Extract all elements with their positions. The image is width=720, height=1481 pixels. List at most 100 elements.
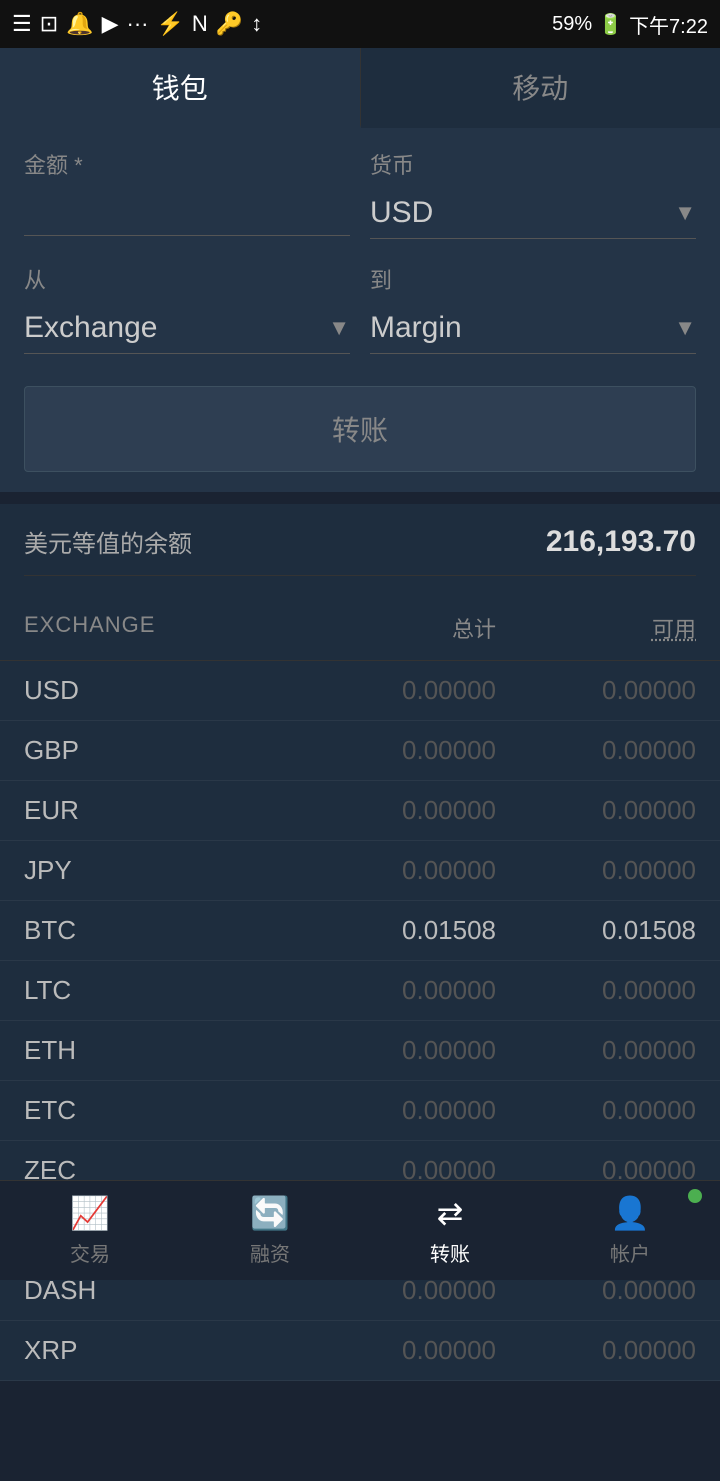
- send-icon: ▶: [102, 11, 119, 37]
- currency-value: USD: [370, 196, 674, 230]
- cell-available-eth: 0.00000: [602, 1035, 696, 1065]
- cell-total: 0.00000: [296, 675, 496, 706]
- table-row: ETH 0.00000 0.00000: [0, 1021, 720, 1081]
- currency-select[interactable]: USD ▼: [370, 188, 696, 239]
- nav-item-account[interactable]: 👤 帐户: [540, 1181, 720, 1280]
- table-row: LTC 0.00000 0.00000: [0, 961, 720, 1021]
- currency-dropdown-arrow: ▼: [674, 200, 696, 226]
- nav-item-trade[interactable]: 📈 交易: [0, 1181, 180, 1280]
- form-row-amount-currency: 金额 * 货币 USD ▼: [24, 148, 696, 239]
- finance-icon: 🔄: [250, 1194, 290, 1232]
- cell-total: 0.00000: [296, 1095, 496, 1126]
- nav-item-finance[interactable]: 🔄 融资: [180, 1181, 360, 1280]
- status-left-icons: ☰ ⊡ 🔔 ▶ ··· ⚡ N 🔑 ↕: [12, 11, 262, 37]
- from-value: Exchange: [24, 311, 328, 345]
- cell-total: 0.00000: [296, 795, 496, 826]
- amount-input[interactable]: [24, 188, 350, 236]
- tab-move[interactable]: 移动: [361, 48, 720, 128]
- status-bar: ☰ ⊡ 🔔 ▶ ··· ⚡ N 🔑 ↕ 59% 🔋 下午7:22: [0, 0, 720, 48]
- section-divider: [0, 492, 720, 504]
- sim-icon: ☰: [12, 11, 32, 37]
- cell-available: 0.01508: [496, 915, 696, 946]
- cell-available-gbp: 0.00000: [602, 735, 696, 765]
- from-group: 从 Exchange ▼: [24, 263, 350, 354]
- header-total: 总计: [296, 612, 496, 644]
- balance-value: 216,193.70: [546, 525, 696, 559]
- cell-total: 0.00000: [296, 1335, 496, 1366]
- table-row: BTC 0.01508 0.01508: [0, 901, 720, 961]
- cell-total-etc: 0.00000: [402, 1095, 496, 1125]
- to-select[interactable]: Margin ▼: [370, 303, 696, 354]
- to-group: 到 Margin ▼: [370, 263, 696, 354]
- cell-available-usd: 0.00000: [602, 675, 696, 705]
- currency-group: 货币 USD ▼: [370, 148, 696, 239]
- cell-available: 0.00000: [496, 1095, 696, 1126]
- cell-currency-gbp: GBP: [24, 735, 296, 766]
- cell-total-usd: 0.00000: [402, 675, 496, 705]
- to-dropdown-arrow: ▼: [674, 315, 696, 341]
- cell-available: 0.00000: [496, 735, 696, 766]
- cell-total-eur: 0.00000: [402, 795, 496, 825]
- table-row: GBP 0.00000 0.00000: [0, 721, 720, 781]
- bottom-navigation: 📈 交易 🔄 融资 ⇄ 转账 👤 帐户: [0, 1180, 720, 1280]
- cell-available-eur: 0.00000: [602, 795, 696, 825]
- trade-icon: 📈: [70, 1194, 110, 1232]
- cell-total: 0.00000: [296, 735, 496, 766]
- cell-currency-ltc: LTC: [24, 975, 296, 1006]
- nav-label-trade: 交易: [70, 1238, 110, 1267]
- cell-available: 0.00000: [496, 975, 696, 1006]
- time-display: 下午7:22: [629, 10, 708, 39]
- cell-available-ltc: 0.00000: [602, 975, 696, 1005]
- cell-currency-xrp: XRP: [24, 1335, 296, 1366]
- online-status-dot: [688, 1189, 702, 1203]
- cell-available: 0.00000: [496, 855, 696, 886]
- cell-total-btc: 0.01508: [402, 915, 496, 945]
- amount-group: 金额 *: [24, 148, 350, 239]
- cell-available: 0.00000: [496, 795, 696, 826]
- nav-item-transfer[interactable]: ⇄ 转账: [360, 1181, 540, 1280]
- amount-label: 金额 *: [24, 148, 350, 180]
- balance-section: 美元等值的余额 216,193.70: [0, 504, 720, 596]
- cell-total-eth: 0.00000: [402, 1035, 496, 1065]
- cell-available-etc: 0.00000: [602, 1095, 696, 1125]
- cell-available-xrp: 0.00000: [602, 1335, 696, 1365]
- table-row: USD 0.00000 0.00000: [0, 661, 720, 721]
- cell-currency-btc: BTC: [24, 915, 296, 946]
- cell-total: 0.01508: [296, 915, 496, 946]
- cell-available-btc: 0.01508: [602, 915, 696, 945]
- currency-label: 货币: [370, 148, 696, 180]
- form-row-from-to: 从 Exchange ▼ 到 Margin ▼: [24, 263, 696, 354]
- cell-available: 0.00000: [496, 1035, 696, 1066]
- cell-total-ltc: 0.00000: [402, 975, 496, 1005]
- transfer-form: 金额 * 货币 USD ▼ 从 Exchange ▼: [0, 128, 720, 492]
- to-value: Margin: [370, 311, 674, 345]
- table-row: JPY 0.00000 0.00000: [0, 841, 720, 901]
- status-right-info: 59% 🔋 下午7:22: [552, 10, 708, 39]
- table-header: EXCHANGE 总计 可用: [0, 596, 720, 661]
- more-icon: ···: [127, 11, 149, 37]
- tab-wallet[interactable]: 钱包: [0, 48, 361, 128]
- table-row: ETC 0.00000 0.00000: [0, 1081, 720, 1141]
- signal-icon: ↕: [251, 11, 262, 37]
- account-icon: 👤: [610, 1194, 650, 1232]
- table-row: XRP 0.00000 0.00000: [0, 1321, 720, 1381]
- cell-total: 0.00000: [296, 855, 496, 886]
- to-label: 到: [370, 263, 696, 295]
- cell-available: 0.00000: [496, 675, 696, 706]
- cell-total: 0.00000: [296, 1035, 496, 1066]
- balance-label: 美元等值的余额: [24, 524, 192, 559]
- battery-icon: 🔋: [598, 12, 623, 37]
- key-icon: 🔑: [216, 11, 243, 37]
- transfer-icon: ⇄: [437, 1194, 464, 1232]
- bluetooth-icon: ⚡: [156, 11, 183, 37]
- nav-label-transfer: 转账: [430, 1238, 470, 1267]
- nav-label-account: 帐户: [610, 1238, 650, 1267]
- from-select[interactable]: Exchange ▼: [24, 303, 350, 354]
- table-row: EUR 0.00000 0.00000: [0, 781, 720, 841]
- notification-icon: 🔔: [66, 11, 93, 37]
- cell-available: 0.00000: [496, 1335, 696, 1366]
- header-available: 可用: [496, 612, 696, 644]
- cell-total-gbp: 0.00000: [402, 735, 496, 765]
- nfc-icon: N: [192, 11, 208, 37]
- transfer-button[interactable]: 转账: [24, 386, 696, 472]
